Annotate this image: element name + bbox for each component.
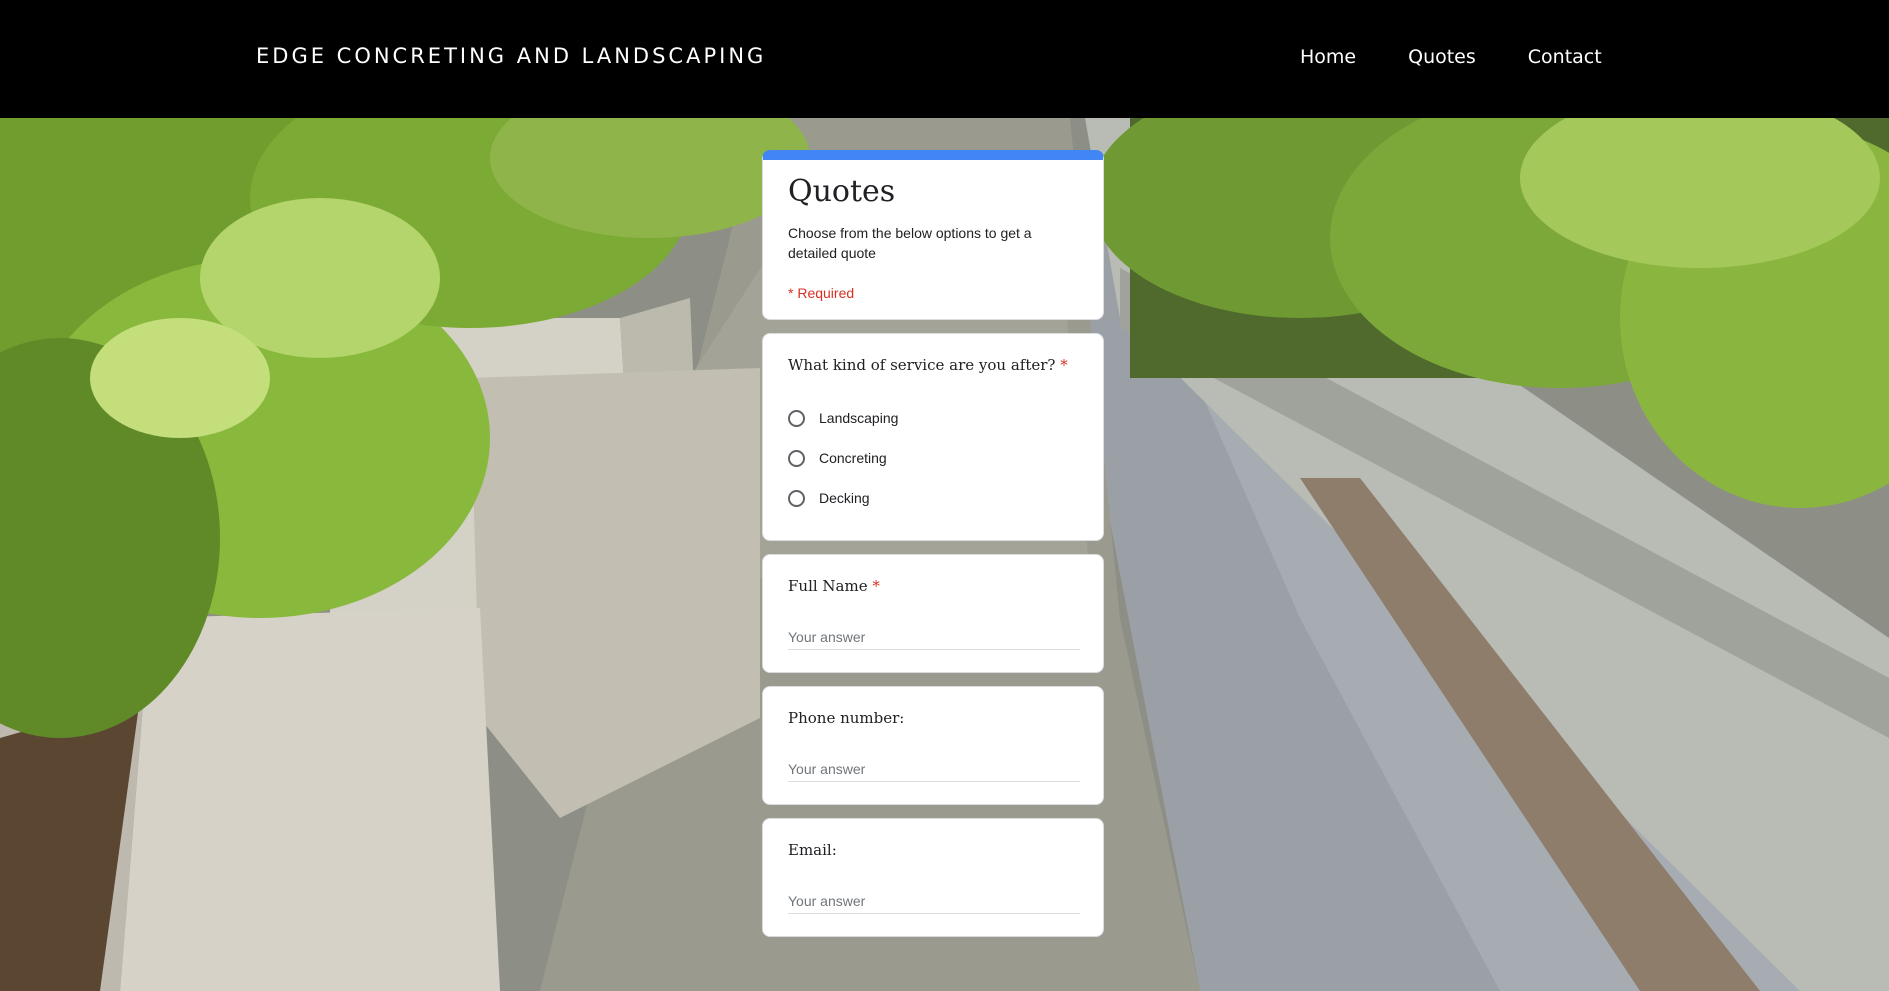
service-question-card: What kind of service are you after? * La…: [762, 333, 1104, 541]
radio-button[interactable]: [788, 409, 805, 427]
site-header: EDGE CONCRETING AND LANDSCAPING Home Quo…: [0, 0, 1889, 118]
option-concreting[interactable]: Concreting: [788, 438, 1078, 478]
quote-form: Quotes Choose from the below options to …: [762, 150, 1104, 950]
nav-home-link[interactable]: Home: [1300, 46, 1356, 68]
nav-contact-link[interactable]: Contact: [1528, 46, 1602, 68]
form-description: Choose from the below options to get a d…: [788, 225, 1032, 261]
email-card: Email:: [762, 818, 1104, 937]
full-name-label: Full Name *: [788, 577, 880, 595]
nav-quotes-link[interactable]: Quotes: [1408, 46, 1476, 68]
full-name-card: Full Name *: [762, 554, 1104, 673]
option-decking[interactable]: Decking: [788, 478, 1078, 518]
service-question-label: What kind of service are you after? *: [788, 356, 1068, 374]
phone-input[interactable]: [788, 761, 1080, 782]
radio-button[interactable]: [788, 489, 805, 507]
required-note: * Required: [788, 285, 855, 301]
phone-label: Phone number:: [788, 709, 905, 727]
email-label: Email:: [788, 841, 837, 859]
required-asterisk: *: [872, 577, 880, 595]
site-brand[interactable]: EDGE CONCRETING AND LANDSCAPING: [256, 44, 766, 68]
full-name-input[interactable]: [788, 629, 1080, 650]
phone-card: Phone number:: [762, 686, 1104, 805]
form-header-card: Quotes Choose from the below options to …: [762, 150, 1104, 320]
radio-button[interactable]: [788, 449, 805, 467]
required-asterisk: *: [1060, 356, 1068, 374]
option-landscaping[interactable]: Landscaping: [788, 398, 1078, 438]
main-nav: Home Quotes Contact: [1300, 46, 1654, 68]
form-title: Quotes: [788, 174, 896, 209]
email-input[interactable]: [788, 893, 1080, 914]
service-options: Landscaping Concreting Decking: [788, 398, 1078, 518]
